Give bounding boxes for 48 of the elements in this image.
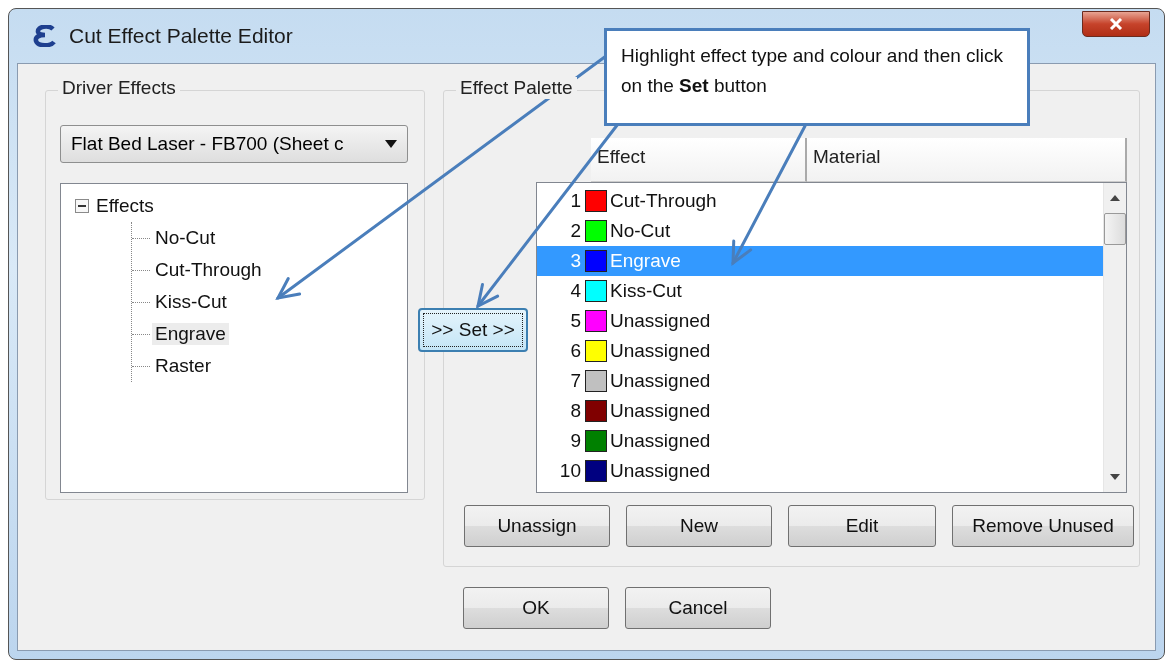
effect-name: Kiss-Cut (610, 280, 682, 302)
row-number: 6 (569, 340, 582, 362)
row-number: 5 (569, 310, 582, 332)
palette-button[interactable]: Edit (788, 505, 936, 547)
palette-row[interactable]: 2 No-Cut (537, 216, 1103, 246)
palette-row[interactable]: 9 Unassigned (537, 426, 1103, 456)
row-number: 7 (569, 370, 582, 392)
palette-button[interactable]: Unassign (464, 505, 610, 547)
palette-row[interactable]: 5 Unassigned (537, 306, 1103, 336)
effect-name: Unassigned (610, 340, 711, 362)
palette-button[interactable]: Remove Unused (952, 505, 1134, 547)
tree-item[interactable]: Effects (93, 195, 157, 217)
effect-name: Unassigned (610, 460, 711, 482)
tree-item[interactable]: Engrave (152, 323, 229, 345)
tree-item[interactable]: No-Cut (152, 227, 219, 249)
row-number: 3 (569, 250, 582, 272)
row-number: 9 (569, 430, 582, 452)
effect-name: Unassigned (610, 430, 711, 452)
tree-item[interactable]: Cut-Through (152, 259, 265, 281)
effect-name: Engrave (610, 250, 681, 272)
effect-name: Cut-Through (610, 190, 717, 212)
palette-button[interactable]: New (626, 505, 772, 547)
effect-name: Unassigned (610, 370, 711, 392)
column-header[interactable]: Effect (591, 138, 807, 182)
palette-row[interactable]: 7 Unassigned (537, 366, 1103, 396)
tree-item[interactable]: Kiss-Cut (152, 291, 230, 313)
row-number: 1 (569, 190, 582, 212)
dialog-button[interactable]: Cancel (625, 587, 771, 629)
effect-name: No-Cut (610, 220, 671, 242)
palette-row[interactable]: 8 Unassigned (537, 396, 1103, 426)
tree-item[interactable]: Raster (152, 355, 214, 377)
row-number: 4 (569, 280, 582, 302)
dialog-button[interactable]: OK (463, 587, 609, 629)
group-label: Effect Palette (456, 77, 577, 99)
row-number: 10 (558, 460, 582, 482)
palette-row[interactable]: 1 Cut-Through (537, 186, 1103, 216)
row-number: 8 (569, 400, 582, 422)
palette-row[interactable]: 10 Unassigned (537, 456, 1103, 486)
effect-name: Unassigned (610, 310, 711, 332)
column-header[interactable]: Material (807, 138, 1127, 182)
row-number: 2 (569, 220, 582, 242)
callout-text: Highlight effect type and colour and then click on the Set button (604, 28, 1030, 126)
set-button[interactable]: >> Set >> (418, 308, 528, 352)
window-title: Cut Effect Palette Editor (69, 24, 293, 48)
driver-dropdown[interactable]: Flat Bed Laser - FB700 (Sheet c (60, 125, 408, 163)
palette-row[interactable]: 6 Unassigned (537, 336, 1103, 366)
palette-row[interactable]: 4 Kiss-Cut (537, 276, 1103, 306)
effect-name: Unassigned (610, 400, 711, 422)
